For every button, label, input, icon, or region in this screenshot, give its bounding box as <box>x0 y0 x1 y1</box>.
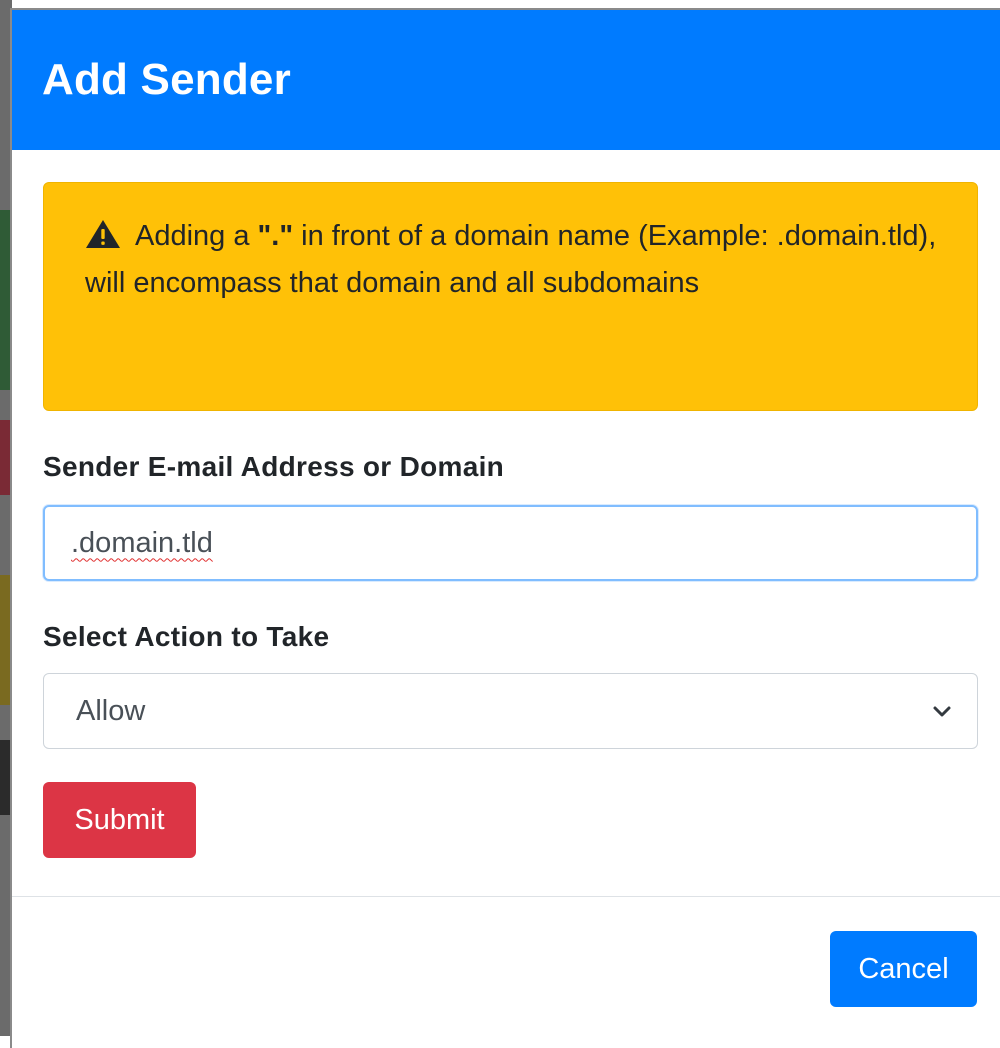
modal-header: Add Sender <box>12 10 1000 150</box>
add-sender-modal: Add Sender Adding a "." in front of a do… <box>10 8 1000 1048</box>
modal-footer: Cancel <box>12 896 1000 1046</box>
cancel-button[interactable]: Cancel <box>830 931 977 1007</box>
action-label: Select Action to Take <box>43 621 330 652</box>
modal-title: Add Sender <box>42 55 291 104</box>
action-select-value: Allow <box>76 694 146 727</box>
modal-body: Adding a "." in front of a domain name (… <box>12 150 1000 858</box>
submit-button[interactable]: Submit <box>43 782 196 858</box>
sender-input-value: .domain.tld <box>71 526 213 559</box>
alert-highlight: "." <box>257 220 294 252</box>
sender-input[interactable]: .domain.tld <box>43 505 978 581</box>
sender-label: Sender E-mail Address or Domain <box>43 451 505 482</box>
warning-triangle-icon <box>86 220 120 248</box>
action-select[interactable]: Allow <box>43 673 978 749</box>
alert-text-before: Adding a <box>135 220 258 252</box>
chevron-down-icon <box>933 706 951 717</box>
warning-alert: Adding a "." in front of a domain name (… <box>43 182 978 411</box>
